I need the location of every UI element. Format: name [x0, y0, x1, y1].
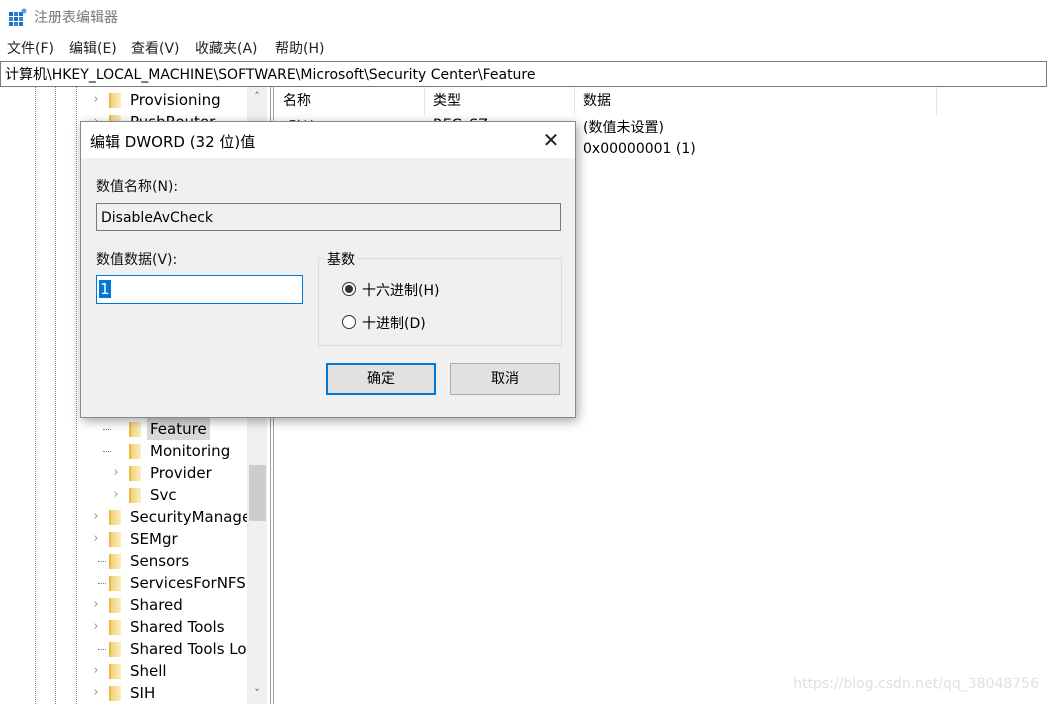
chevron-right-icon[interactable]: › [90, 594, 102, 616]
chevron-right-icon[interactable]: › [110, 484, 122, 506]
watermark: https://blog.csdn.net/qq_38048756 [793, 676, 1039, 692]
window-title: 注册表编辑器 [34, 10, 118, 26]
address-path[interactable]: 计算机\HKEY_LOCAL_MACHINE\SOFTWARE\Microsof… [5, 64, 536, 84]
window-titlebar: 注册表编辑器 [0, 0, 1047, 34]
chevron-right-icon[interactable]: › [90, 682, 102, 704]
decimal-radio-label[interactable]: 十进制(D) [362, 313, 426, 333]
close-icon[interactable]: ✕ [539, 128, 563, 152]
folder-icon [109, 510, 121, 525]
hex-radio[interactable] [342, 282, 356, 296]
hex-radio-label[interactable]: 十六进制(H) [362, 280, 439, 300]
folder-icon [109, 620, 121, 635]
folder-icon [129, 422, 141, 437]
registry-editor-icon [9, 8, 27, 26]
folder-icon [109, 642, 121, 657]
chevron-right-icon[interactable]: › [90, 660, 102, 682]
value-data-text: 1 [99, 280, 111, 298]
menu-bar: 文件(F) 编辑(E) 查看(V) 收藏夹(A) 帮助(H) [0, 36, 1047, 60]
folder-icon [109, 664, 121, 679]
folder-icon [109, 532, 121, 547]
folder-icon [109, 93, 121, 108]
menu-favorites[interactable]: 收藏夹(A) [195, 38, 258, 58]
tree-guide-line [35, 87, 36, 704]
folder-icon [129, 444, 141, 459]
row-data: (数值未设置) [583, 120, 664, 136]
column-header-data[interactable]: 数据 [575, 87, 937, 115]
chevron-right-icon[interactable]: › [90, 528, 102, 550]
tree-connector [98, 649, 106, 650]
folder-icon [109, 598, 121, 613]
edit-dword-dialog: 编辑 DWORD (32 位)值 ✕ 数值名称(N): DisableAvChe… [80, 121, 576, 418]
menu-view[interactable]: 查看(V) [131, 38, 180, 58]
tree-guide-line [76, 87, 77, 704]
base-groupbox: 基数 十六进制(H) 十进制(D) [318, 249, 562, 346]
menu-file[interactable]: 文件(F) [7, 38, 54, 58]
dialog-title: 编辑 DWORD (32 位)值 [90, 133, 256, 151]
scroll-up-arrow-icon[interactable]: ˄ [247, 87, 267, 107]
folder-icon [109, 686, 121, 701]
tree-connector [98, 583, 106, 584]
cancel-button[interactable]: 取消 [450, 363, 560, 395]
value-name-label: 数值名称(N): [96, 179, 179, 195]
folder-icon [109, 554, 121, 569]
folder-icon [109, 576, 121, 591]
menu-help[interactable]: 帮助(H) [275, 38, 324, 58]
chevron-right-icon[interactable]: › [90, 89, 102, 111]
column-header-name[interactable]: 名称 [275, 87, 425, 115]
chevron-right-icon[interactable]: › [90, 616, 102, 638]
chevron-right-icon[interactable]: › [110, 462, 122, 484]
base-label: 基数 [325, 249, 357, 269]
address-bar[interactable]: 计算机\HKEY_LOCAL_MACHINE\SOFTWARE\Microsof… [0, 61, 1047, 87]
scrollbar-thumb[interactable] [249, 465, 266, 521]
tree-guide-line [55, 87, 56, 704]
tree-connector [103, 451, 111, 452]
value-name-field: DisableAvCheck [96, 203, 561, 231]
row-data: 0x00000001 (1) [583, 141, 696, 157]
tree-connector [98, 561, 106, 562]
scroll-down-arrow-icon[interactable]: ˅ [247, 684, 267, 704]
column-header-type[interactable]: 类型 [425, 87, 575, 115]
folder-icon [129, 466, 141, 481]
menu-edit[interactable]: 编辑(E) [69, 38, 117, 58]
value-data-label: 数值数据(V): [96, 252, 178, 268]
tree-connector [103, 429, 111, 430]
value-data-input[interactable]: 1 [96, 275, 303, 304]
decimal-radio[interactable] [342, 315, 356, 329]
ok-button[interactable]: 确定 [326, 363, 436, 395]
folder-icon [129, 488, 141, 503]
chevron-right-icon[interactable]: › [90, 506, 102, 528]
dialog-titlebar[interactable]: 编辑 DWORD (32 位)值 ✕ [81, 122, 575, 158]
